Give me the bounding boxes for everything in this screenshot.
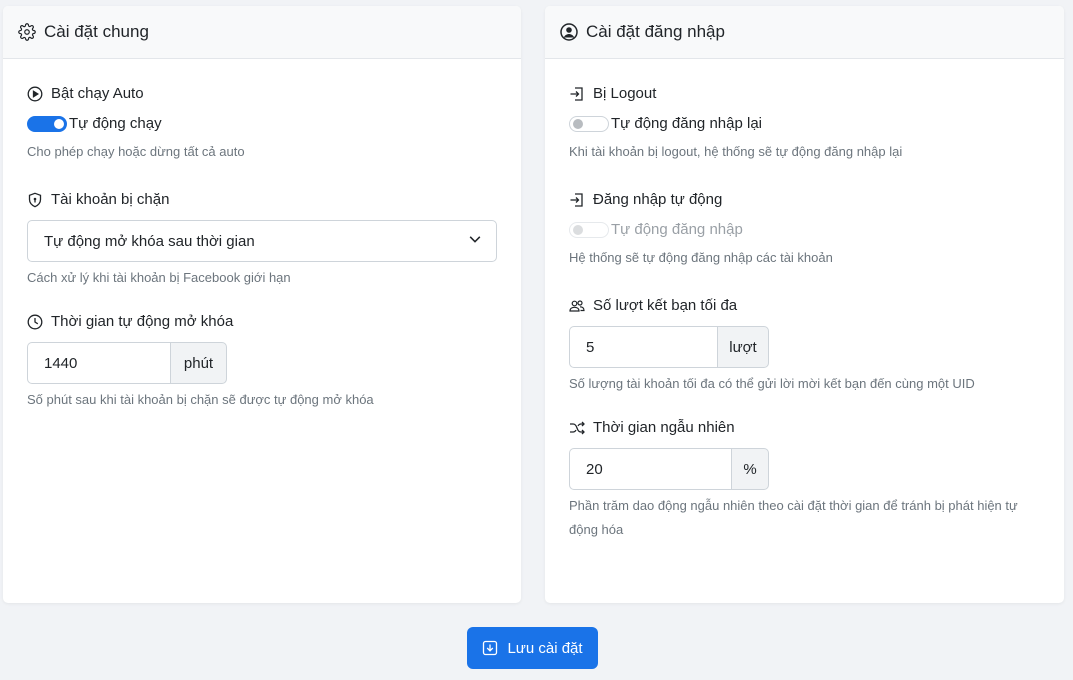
- random-time-label: Thời gian ngẫu nhiên: [593, 419, 735, 436]
- auto-run-label: Bật chạy Auto: [51, 85, 144, 102]
- blocked-account-section: Tài khoản bị chặn Tự động mở khóa sau th…: [27, 191, 497, 290]
- general-settings-card: Cài đặt chung Bật chạy Auto Tự động chạy…: [3, 6, 521, 603]
- auto-login-label: Đăng nhập tự động: [593, 191, 723, 208]
- login-settings-card: Cài đặt đăng nhập Bị Logout Tự động đăng…: [545, 6, 1064, 603]
- user-circle-icon: [560, 23, 578, 41]
- max-friend-unit: lượt: [717, 326, 769, 368]
- auto-login-switch-label: Tự động đăng nhập: [611, 221, 743, 238]
- max-friend-input[interactable]: 5: [569, 326, 717, 368]
- unlock-time-input-group: 1440 phút: [27, 342, 497, 384]
- auto-run-section: Bật chạy Auto Tự động chạy Cho phép chạy…: [27, 85, 497, 164]
- blocked-action-selected: Tự động mở khóa sau thời gian: [44, 232, 255, 250]
- auto-run-switch-label[interactable]: Tự động chạy: [69, 115, 162, 132]
- login-icon: [569, 192, 585, 208]
- gear-icon: [18, 23, 36, 41]
- unlock-time-section: Thời gian tự động mở khóa 1440 phút Số p…: [27, 313, 497, 412]
- save-settings-label: Lưu cài đặt: [507, 639, 583, 657]
- logout-label: Bị Logout: [593, 85, 657, 102]
- max-friend-help: Số lượng tài khoản tối đa có thể gửi lời…: [569, 376, 975, 391]
- blocked-account-help: Cách xử lý khi tài khoản bị Facebook giớ…: [27, 270, 291, 285]
- random-time-unit: %: [731, 448, 769, 490]
- unlock-time-label: Thời gian tự động mở khóa: [51, 313, 234, 330]
- random-time-input[interactable]: 20: [569, 448, 731, 490]
- shuffle-icon: [569, 420, 585, 436]
- play-circle-icon: [27, 86, 43, 102]
- auto-login-toggle: [569, 221, 609, 238]
- auto-run-toggle[interactable]: [27, 115, 67, 132]
- blocked-action-select[interactable]: Tự động mở khóa sau thời gian: [27, 220, 497, 262]
- max-friend-section: Số lượt kết bạn tối đa 5 lượt Số lượng t…: [569, 297, 1040, 396]
- auto-relogin-switch-label[interactable]: Tự động đăng nhập lại: [611, 115, 762, 132]
- random-time-section: Thời gian ngẫu nhiên 20 % Phần trăm dao …: [569, 419, 1040, 542]
- login-settings-header: Cài đặt đăng nhập: [545, 6, 1064, 59]
- download-icon: [482, 640, 498, 656]
- general-settings-title: Cài đặt chung: [44, 22, 149, 41]
- logout-section: Bị Logout Tự động đăng nhập lại Khi tài …: [569, 85, 1040, 164]
- save-settings-button[interactable]: Lưu cài đặt: [467, 627, 598, 669]
- login-settings-title: Cài đặt đăng nhập: [586, 22, 725, 41]
- logout-help: Khi tài khoản bị logout, hệ thống sẽ tự …: [569, 144, 903, 159]
- auto-login-section: Đăng nhập tự động Tự động đăng nhập Hệ t…: [569, 191, 1040, 270]
- users-icon: [569, 298, 585, 314]
- auto-login-help: Hệ thống sẽ tự động đăng nhập các tài kh…: [569, 250, 833, 265]
- unlock-time-input[interactable]: 1440: [27, 342, 170, 384]
- unlock-time-help: Số phút sau khi tài khoản bị chặn sẽ đượ…: [27, 392, 374, 407]
- chevron-down-icon: [468, 232, 482, 250]
- max-friend-input-group: 5 lượt: [569, 326, 1040, 368]
- max-friend-label: Số lượt kết bạn tối đa: [593, 297, 738, 314]
- clock-icon: [27, 314, 43, 330]
- general-settings-header: Cài đặt chung: [3, 6, 521, 59]
- auto-run-help: Cho phép chạy hoặc dừng tất cả auto: [27, 144, 245, 159]
- unlock-time-unit: phút: [170, 342, 227, 384]
- login-icon: [569, 86, 585, 102]
- blocked-account-label: Tài khoản bị chặn: [51, 191, 170, 208]
- shield-icon: [27, 192, 43, 208]
- random-time-input-group: 20 %: [569, 448, 1040, 490]
- random-time-help: Phần trăm dao động ngẫu nhiên theo cài đ…: [569, 498, 1018, 537]
- auto-relogin-toggle[interactable]: [569, 115, 609, 132]
